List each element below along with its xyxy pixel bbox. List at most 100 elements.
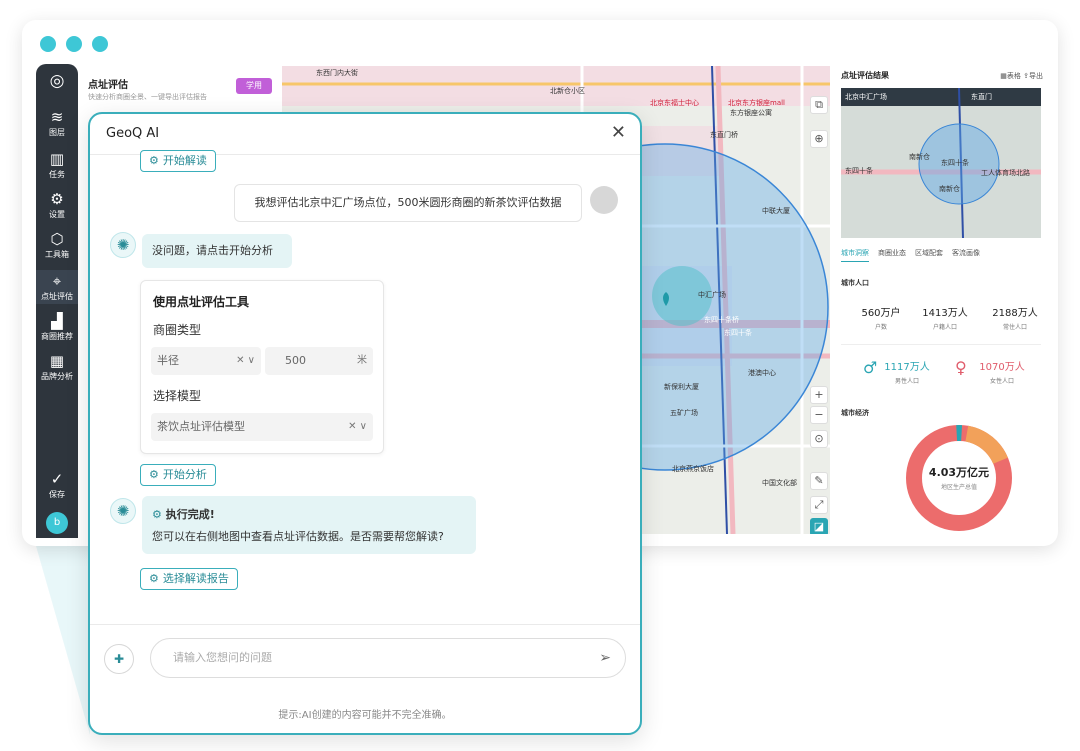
brand-logo-icon[interactable]: ◎: [36, 72, 78, 91]
female-icon: ♀: [955, 358, 967, 377]
ai-chat-dialog: GeoQ AI ✕ ⚙ 开始解读 我想评估北京中汇广场点位，500米圆形商圈的新茶…: [88, 112, 642, 735]
mini-map-label: 东四十条: [941, 159, 969, 167]
map-label: 北京燕京饭店: [672, 465, 714, 473]
mini-map-label: 东直门: [971, 93, 992, 101]
cube-icon: ⬡: [50, 230, 64, 248]
zoom-in-button[interactable]: +: [810, 386, 828, 404]
measure-icon[interactable]: ◪: [810, 518, 828, 534]
zoom-out-button[interactable]: −: [810, 406, 828, 424]
panel-title: 点址评估: [88, 80, 128, 91]
map-label: 中国文化部: [762, 479, 797, 487]
mini-map-label: 南新仓: [939, 185, 960, 193]
map-label: 新保利大厦: [664, 383, 699, 391]
label-model: 选择模型: [153, 389, 202, 403]
map-label: 北新仓小区: [550, 87, 585, 95]
model-select[interactable]: 茶饮点址评估模型 ✕ ∨: [151, 413, 373, 441]
panel-subtitle: 快速分析商圈全景、一键导出评估报告: [88, 93, 207, 101]
tab-city-insight[interactable]: 城市洞察: [841, 248, 869, 262]
user-avatar: [590, 186, 618, 214]
section-population: 城市人口: [841, 279, 869, 287]
stat-male: 1117万人 男性人口: [884, 362, 930, 385]
toolbar-item-tasks[interactable]: ▥ 任务: [36, 150, 78, 180]
result-tabs: 城市洞察 商圈业态 区域配套 客流画像: [841, 248, 980, 262]
window-dot-icon[interactable]: [66, 36, 82, 52]
mini-map-label: 北京中汇广场: [845, 93, 887, 101]
district-type-select[interactable]: 半径 ✕ ∨: [151, 347, 261, 375]
close-icon[interactable]: ✕: [611, 122, 626, 143]
disclaimer: 提示:AI创建的内容可能并不完全准确。: [278, 710, 452, 721]
result-panel: 点址评估结果 ▦表格 ⇪导出 北京中汇广场 东直门 东四十条 东四十条 工人体育…: [837, 66, 1051, 540]
window-dot-icon[interactable]: [92, 36, 108, 52]
tab-traffic-profile[interactable]: 客流画像: [952, 248, 980, 262]
gdp-label: 地区生产总值: [940, 484, 977, 491]
left-toolbar: ◎ ≋ 图层 ▥ 任务 ⚙ 设置 ⬡ 工具箱 ⌖ 点址评估 ▟ 商圈推荐 ▦ 品牌分析 ✓ 保存…: [36, 64, 78, 538]
window-dot-icon[interactable]: [40, 36, 56, 52]
radius-input[interactable]: 500 米: [265, 347, 373, 375]
learn-button[interactable]: 学用: [236, 78, 272, 94]
draw-icon[interactable]: ✎: [810, 472, 828, 490]
stat-households: 560万户 户数: [861, 308, 901, 331]
stat-resident: 2188万人 常住人口: [992, 308, 1038, 331]
screenshot-stage: ◎ ≋ 图层 ▥ 任务 ⚙ 设置 ⬡ 工具箱 ⌖ 点址评估 ▟ 商圈推荐 ▦ 品牌分析 ✓ 保存…: [0, 0, 1080, 751]
gdp-value: 4.03万亿元: [928, 466, 990, 479]
map-label: 中联大厦: [762, 207, 790, 215]
choose-report-button[interactable]: ⚙ 选择解读报告: [140, 568, 238, 590]
toolbar-item-brand-analysis[interactable]: ▦ 品牌分析: [36, 352, 78, 382]
stat-registered: 1413万人 户籍人口: [922, 308, 968, 331]
tool-card-title: 使用点址评估工具: [153, 295, 250, 309]
map-label: 东西门内大街: [316, 69, 358, 77]
ai-assistant-icon[interactable]: ✚: [104, 644, 134, 674]
avatar[interactable]: b: [46, 512, 68, 534]
grid-icon: ▦: [49, 352, 65, 370]
result-actions[interactable]: ▦表格 ⇪导出: [1000, 71, 1043, 81]
layers-icon: ≋: [50, 108, 64, 126]
map-label: 五矿广场: [670, 409, 698, 417]
sliders-icon: ⚙: [50, 190, 64, 208]
stat-female: 1070万人 女性人口: [979, 362, 1025, 385]
chat-input[interactable]: 请输入您想问的问题 ➢: [150, 638, 626, 678]
user-message: 我想评估北京中汇广场点位，500米圆形商圈的新茶饮评估数据: [234, 184, 582, 222]
gear-icon: ⚙: [149, 154, 159, 167]
tab-area-facilities[interactable]: 区域配套: [915, 248, 943, 262]
toolbar-item-district-recommend[interactable]: ▟ 商圈推荐: [36, 312, 78, 342]
map-label: 东方银座公寓: [730, 109, 772, 117]
mini-map-label: 东四十条: [845, 167, 873, 175]
locate-icon[interactable]: ⊙: [810, 430, 828, 448]
gear-icon: ⚙: [149, 572, 159, 585]
map-label: 东直门桥: [710, 131, 738, 139]
gear-icon: ⚙: [149, 468, 159, 481]
start-analysis-button[interactable]: ⚙ 开始分析: [140, 464, 216, 486]
map-label: 北京东福士中心: [650, 99, 699, 107]
label-district-type: 商圈类型: [153, 323, 202, 337]
toolbar-item-layers[interactable]: ≋ 图层: [36, 108, 78, 138]
tab-district-business[interactable]: 商圈业态: [878, 248, 906, 262]
result-panel-title: 点址评估结果: [841, 71, 889, 80]
map-label: 东四十条: [724, 329, 752, 337]
send-icon[interactable]: ➢: [599, 639, 611, 677]
map-layer-button[interactable]: ⧉: [810, 96, 828, 114]
bar-chart-icon: ▟: [51, 312, 63, 330]
location-icon: ⌖: [52, 272, 62, 290]
toolbar-item-site-evaluation[interactable]: ⌖ 点址评估: [36, 270, 78, 304]
tool-card: 使用点址评估工具 商圈类型 半径 ✕ ∨ 500 米 选择模型 茶饮点址评估模型 ✕ …: [140, 280, 384, 454]
panel-header: 点址评估 快速分析商圈全景、一键导出评估报告 学用: [82, 72, 282, 108]
male-icon: ♂: [863, 358, 878, 377]
books-icon: ▥: [49, 150, 65, 168]
gear-icon: ⚙: [152, 508, 162, 521]
map-label: 中汇广场: [698, 291, 726, 299]
start-reading-button[interactable]: ⚙ 开始解读: [140, 150, 216, 172]
map-label: 北京东方银座mall: [728, 99, 785, 107]
toolbar-item-toolbox[interactable]: ⬡ 工具箱: [36, 230, 78, 260]
toolbar-item-save[interactable]: ✓ 保存: [36, 470, 78, 500]
mini-map-label: 南新仓: [909, 153, 930, 161]
map-tool-button[interactable]: ⊕: [810, 130, 828, 148]
map-label: 港澳中心: [748, 369, 776, 377]
result-mini-map[interactable]: 北京中汇广场 东直门 东四十条 东四十条 工人体育场北路 南新仓 南新仓: [841, 88, 1041, 238]
check-circle-icon: ✓: [50, 470, 64, 488]
bot-avatar-icon: ✺: [110, 498, 136, 524]
expand-icon[interactable]: ⤢: [810, 496, 828, 514]
window-controls: [40, 36, 108, 52]
toolbar-item-settings[interactable]: ⚙ 设置: [36, 190, 78, 220]
map-label: 东四十条桥: [704, 316, 739, 324]
clear-chevron-icon: ✕ ∨: [348, 421, 367, 432]
